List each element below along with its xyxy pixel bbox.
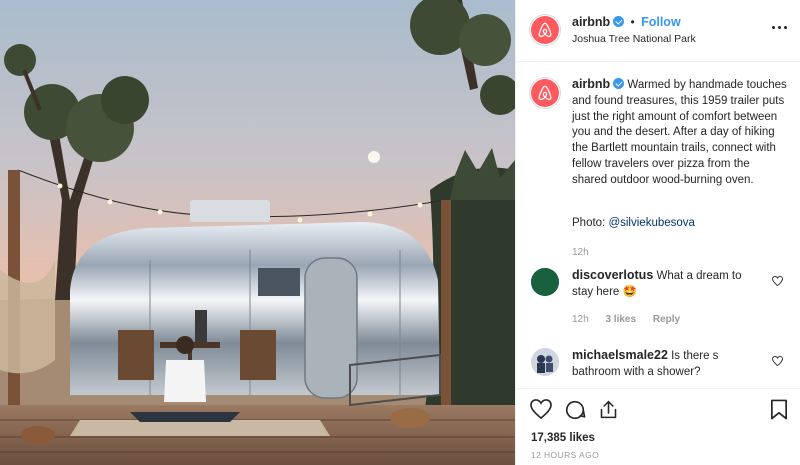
likes-count[interactable]: 17,385 likes <box>531 432 595 444</box>
heart-icon[interactable] <box>530 399 552 419</box>
user-photo-icon <box>531 348 559 376</box>
verified-badge-icon <box>613 78 625 89</box>
verified-badge-icon <box>613 16 625 27</box>
post-sidebar: airbnb • Follow Joshua Tree National Par… <box>515 0 800 465</box>
header-username[interactable]: airbnb <box>572 15 610 29</box>
commenter-avatar[interactable] <box>531 268 559 296</box>
commenter-avatar[interactable] <box>531 348 559 376</box>
comment-likes[interactable]: 3 likes <box>605 314 636 325</box>
photo-credit: Photo: @silviekubesova <box>572 217 695 229</box>
caption-avatar[interactable] <box>531 79 559 107</box>
airbnb-logo-icon <box>538 85 552 101</box>
profile-avatar[interactable] <box>531 16 559 44</box>
separator-dot: • <box>630 15 635 29</box>
caption-timestamp[interactable]: 12h <box>572 247 589 258</box>
comment-username[interactable]: michaelsmale22 <box>572 348 668 362</box>
lotus-logo-icon <box>531 268 559 296</box>
share-icon[interactable] <box>598 399 619 420</box>
comment-text-block: discoverlotus What a dream to stay here … <box>572 268 762 300</box>
caption-username[interactable]: airbnb <box>572 77 610 91</box>
comment-like-heart-icon[interactable] <box>772 276 783 286</box>
comment-meta: 12h 3 likes Reply <box>572 314 694 325</box>
follow-button[interactable]: Follow <box>641 15 681 29</box>
instagram-post: airbnb • Follow Joshua Tree National Par… <box>0 0 800 465</box>
comments-area[interactable]: airbnb Warmed by handmade touches and fo… <box>516 62 800 388</box>
location-link[interactable]: Joshua Tree National Park <box>572 33 696 45</box>
comment-username[interactable]: discoverlotus <box>572 268 653 282</box>
comment-time[interactable]: 12h <box>572 314 589 325</box>
airstream-trailer-photo <box>0 0 515 465</box>
photo-credit-prefix: Photo: <box>572 217 609 229</box>
comment-like-heart-icon[interactable] <box>772 356 783 366</box>
post-actions: 17,385 likes 12 HOURS AGO <box>516 388 800 465</box>
post-header: airbnb • Follow Joshua Tree National Par… <box>516 0 800 62</box>
caption-text-block: airbnb Warmed by handmade touches and fo… <box>572 77 788 189</box>
post-timestamp[interactable]: 12 HOURS AGO <box>531 450 599 460</box>
comment-icon[interactable] <box>564 399 586 421</box>
comment-text-block: michaelsmale22 Is there s bathroom with … <box>572 348 762 380</box>
more-options-icon[interactable] <box>772 26 787 29</box>
photo-credit-mention[interactable]: @silviekubesova <box>608 217 694 229</box>
bookmark-icon[interactable] <box>770 399 788 420</box>
airbnb-logo-icon <box>538 22 552 38</box>
reply-button[interactable]: Reply <box>653 314 680 325</box>
post-photo[interactable] <box>0 0 515 465</box>
caption-body: Warmed by handmade touches and found tre… <box>572 79 787 186</box>
